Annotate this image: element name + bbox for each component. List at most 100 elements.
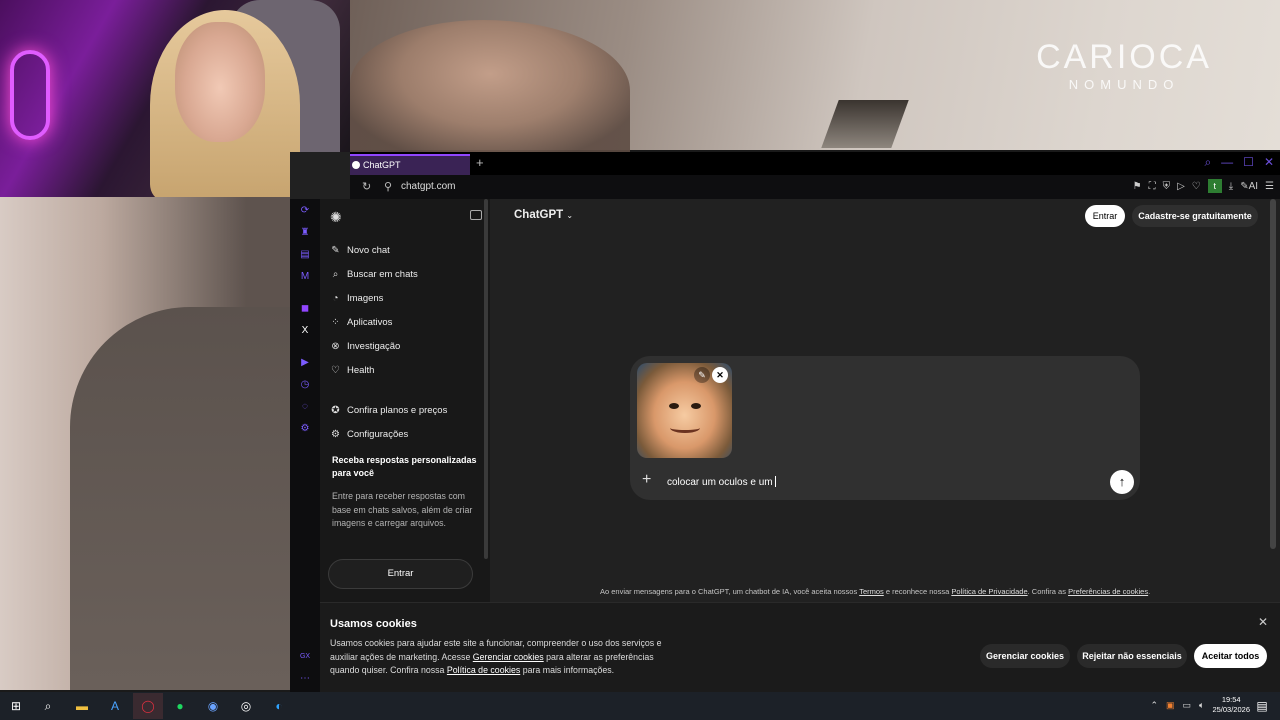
player-icon[interactable]: ▷ — [1177, 181, 1185, 192]
cookie-preferences-link[interactable]: Preferências de cookies — [1068, 587, 1148, 596]
sidebar-toggle-icon[interactable] — [470, 210, 482, 220]
manage-cookies-button[interactable]: Gerenciar cookies — [980, 644, 1070, 668]
sidebar-item-label: Confira planos e preços — [347, 404, 448, 416]
main-scrollbar[interactable] — [1270, 199, 1276, 549]
sidebar-item-imagens[interactable]: ◔ Imagens — [330, 287, 383, 309]
openai-logo-icon[interactable]: ✺ — [330, 209, 342, 226]
disclaimer-text: Ao enviar mensagens para o ChatGPT, um c… — [600, 587, 860, 596]
sidebar-item-aplicativos[interactable]: ⁘ Aplicativos — [330, 311, 392, 333]
gear-icon: ⚙ — [331, 428, 340, 440]
signup-button[interactable]: Cadastre-se gratuitamente — [1132, 205, 1258, 227]
network-icon[interactable]: ▭ — [1183, 700, 1192, 711]
download-icon[interactable]: ⤓ — [1229, 181, 1233, 192]
obs-icon[interactable]: ◎ — [238, 698, 254, 714]
tab-title: ChatGPT — [363, 160, 401, 170]
privacy-link[interactable]: Política de Privacidade — [951, 587, 1027, 596]
prompt-input[interactable]: colocar um oculos e um — [667, 476, 776, 488]
play-icon[interactable]: ▶ — [299, 357, 311, 369]
add-attachment-icon[interactable]: + — [642, 471, 651, 489]
volume-icon[interactable]: 🔈︎ — [1199, 700, 1204, 711]
cookie-policy-link[interactable]: Política de cookies — [447, 665, 520, 675]
mail-icon[interactable]: M — [299, 271, 311, 283]
address-bar: ↻ ⚲ chatgpt.com ⚑ ⛶ ⛨ ▷ ♡ t ⤓ ✎AI ☰ — [350, 175, 1280, 199]
terms-link[interactable]: Termos — [859, 587, 884, 596]
sidebar-item-health[interactable]: ♡ Health — [330, 359, 374, 381]
stream-shadow-shape — [70, 307, 290, 690]
disclaimer-text: . — [1148, 587, 1151, 596]
close-icon[interactable]: ✕ — [1264, 155, 1274, 170]
search-icon[interactable]: ⌕ — [40, 698, 56, 714]
browser-icon[interactable]: ◉ — [205, 698, 221, 714]
streamer-face — [175, 22, 265, 142]
search-icon: ⌕ — [332, 268, 339, 280]
tab-chatgpt[interactable]: ChatGPT — [350, 154, 470, 175]
shield-icon[interactable]: ⛨ — [1163, 181, 1171, 192]
extension-t-icon[interactable]: t — [1207, 179, 1222, 193]
chevron-up-icon[interactable]: ⌃ — [1150, 700, 1158, 711]
more-icon[interactable]: ⋯ — [299, 673, 311, 685]
window-controls: ⌕ — ☐ ✕ — [1204, 155, 1274, 170]
sidebar-login-button[interactable]: Entrar — [328, 559, 473, 589]
edge-icon[interactable]: ◐ — [271, 698, 287, 714]
gx-icon[interactable]: GX — [299, 651, 311, 663]
url-field[interactable]: chatgpt.com — [401, 181, 455, 192]
promo-title: Receba respostas personalizadas para voc… — [332, 455, 477, 478]
send-button[interactable]: ↑ — [1110, 470, 1134, 494]
disclaimer-text: . Confira as — [1027, 587, 1069, 596]
menu-icon[interactable]: ☰ — [1265, 181, 1274, 192]
chat-icon[interactable]: ◌ — [299, 401, 311, 413]
thumbnail-mouth — [670, 423, 700, 433]
system-clock[interactable]: 19:54 25/03/2026 — [1212, 695, 1250, 715]
file-explorer-icon[interactable]: ▬ — [74, 698, 90, 714]
minimize-icon[interactable]: — — [1221, 155, 1233, 170]
sidebar-scrollbar[interactable] — [484, 199, 488, 559]
extension-icon[interactable]: ♜ — [299, 227, 311, 239]
sidebar-item-configuracoes[interactable]: ⚙ Configurações — [330, 423, 408, 445]
site-settings-icon[interactable]: ⚲ — [384, 180, 392, 193]
refresh-icon[interactable]: ⟳ — [299, 205, 311, 217]
new-tab-icon[interactable]: + — [476, 155, 484, 170]
notifications-icon[interactable]: ▤ — [1254, 698, 1270, 714]
remove-image-icon[interactable]: ✕ — [712, 367, 728, 383]
terms-disclaimer: Ao enviar mensagens para o ChatGPT, um c… — [600, 587, 1150, 596]
sidebar-item-investigacao[interactable]: ⊗ Investigação — [330, 335, 400, 357]
stream-left-background — [0, 197, 290, 690]
cookie-banner: Usamos cookies Usamos cookies para ajuda… — [320, 602, 1280, 692]
close-icon[interactable]: ✕ — [1258, 615, 1268, 629]
spotify-icon[interactable]: ● — [172, 698, 188, 714]
tab-bar: ChatGPT + ⌕ — ☐ ✕ — [350, 152, 1280, 175]
thumbnail-eye — [669, 403, 679, 409]
login-button[interactable]: Entrar — [1085, 205, 1125, 227]
sidebar-item-novo-chat[interactable]: ✎ Novo chat — [330, 239, 389, 261]
snapshot-icon[interactable]: ⛶ — [1149, 181, 1156, 192]
x-icon[interactable]: X — [299, 325, 311, 337]
chatgpt-sidebar: ✺ ✎ Novo chat ⌕ Buscar em chats ◔ Imagen… — [320, 199, 490, 602]
search-icon[interactable]: ⌕ — [1204, 155, 1211, 170]
model-selector[interactable]: ChatGPT ⌄ — [514, 209, 573, 221]
aria-ai-icon[interactable]: ✎AI — [1240, 181, 1258, 192]
reject-cookies-button[interactable]: Rejeitar não essenciais — [1077, 644, 1187, 668]
history-icon[interactable]: ◷ — [299, 379, 311, 391]
model-name: ChatGPT — [514, 209, 564, 221]
sidebar-item-buscar[interactable]: ⌕ Buscar em chats — [330, 263, 418, 285]
chat-main: ChatGPT ⌄ Entrar Cadastre-se gratuitamen… — [490, 199, 1280, 602]
disclaimer-text: e reconhece nossa — [883, 587, 952, 596]
settings-icon[interactable]: ⚙ — [299, 423, 311, 435]
tray-app-icon[interactable]: ▣ — [1166, 700, 1175, 711]
notes-icon[interactable]: ▤ — [299, 249, 311, 261]
pin-icon[interactable]: ⚑ — [1133, 181, 1142, 192]
sidebar-item-label: Buscar em chats — [347, 268, 418, 280]
manage-cookies-link[interactable]: Gerenciar cookies — [473, 652, 544, 662]
reload-icon[interactable]: ↻ — [362, 180, 371, 193]
app-a-icon[interactable]: A — [107, 698, 123, 714]
accept-cookies-button[interactable]: Aceitar todos — [1194, 644, 1267, 668]
twitch-icon[interactable]: ◼ — [299, 303, 311, 315]
windows-start-icon[interactable]: ⊞ — [8, 698, 24, 714]
edit-image-icon[interactable]: ✎ — [694, 367, 710, 383]
heart-icon[interactable]: ♡ — [1192, 181, 1201, 192]
clock-date: 25/03/2026 — [1212, 705, 1250, 714]
opera-gx-icon[interactable]: ◯ — [140, 698, 156, 714]
chatgpt-favicon-icon — [352, 161, 360, 169]
maximize-icon[interactable]: ☐ — [1243, 155, 1254, 170]
sidebar-item-planos[interactable]: ✪ Confira planos e preços — [330, 399, 447, 421]
